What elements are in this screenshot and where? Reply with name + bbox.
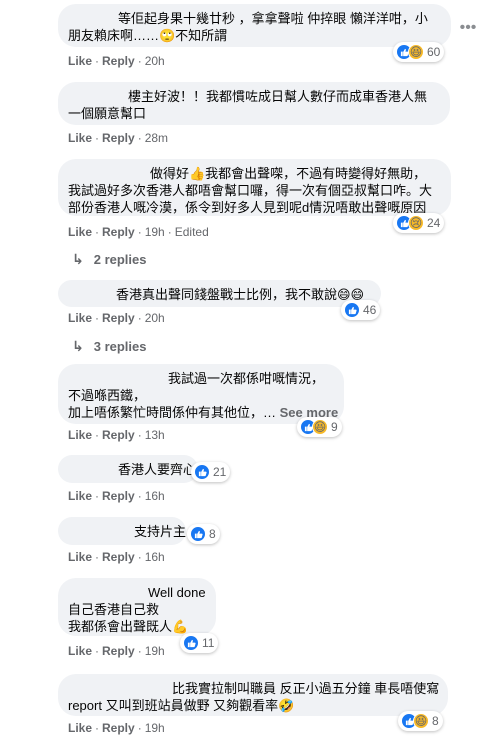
comment-text: 支持片主 xyxy=(134,524,187,539)
timestamp[interactable]: 16h xyxy=(145,550,165,564)
reaction-summary[interactable]: 😆 60 xyxy=(393,42,445,62)
reaction-count: 46 xyxy=(363,303,377,317)
comment-text: 比我實拉制叫職員 反正小過五分鐘 車長唔使寫 xyxy=(172,681,440,696)
comment-text: 香港真出聲同錢盤戰士比例，我不敢說😄😄 xyxy=(116,287,365,302)
reaction-count: 11 xyxy=(202,636,215,650)
like-reaction-icon xyxy=(183,635,199,651)
comment-text: 做得好👍我都會出聲㗎，不過有時變得好無助， xyxy=(150,166,427,181)
reaction-count: 60 xyxy=(427,45,441,59)
like-button[interactable]: Like xyxy=(68,131,92,145)
sad-reaction-icon: 😢 xyxy=(408,215,424,231)
timestamp[interactable]: 19h xyxy=(145,644,165,658)
comment-text: 樓主好波！！我都慣咗成日幫人數仔而成車香港人無 xyxy=(128,89,428,104)
laugh-reaction-icon: 😆 xyxy=(413,713,429,729)
reply-arrow-icon: ↳ xyxy=(72,338,84,354)
comment-text: 朋友賴床啊……🙄不知所謂 xyxy=(68,28,228,43)
timestamp[interactable]: 20h xyxy=(145,54,165,68)
comment-text: 加上唔係繁忙時間係仲有其他位，… xyxy=(68,405,277,420)
timestamp[interactable]: 28m xyxy=(145,131,168,145)
like-button[interactable]: Like xyxy=(68,721,92,735)
reply-button[interactable]: Reply xyxy=(102,311,135,325)
timestamp[interactable]: 16h xyxy=(145,489,165,503)
like-reaction-icon xyxy=(344,302,360,318)
reply-button[interactable]: Reply xyxy=(102,550,135,564)
comment-text: 我試過一次都係咁嘅情況， xyxy=(168,371,325,386)
reaction-count: 9 xyxy=(331,420,338,434)
timestamp[interactable]: 13h xyxy=(145,428,165,442)
reply-button[interactable]: Reply xyxy=(102,54,135,68)
comment-text: 等佢起身果十幾廿秒 ，拿拿聲啦 仲捽眼 懶洋洋咁，小 xyxy=(118,11,428,26)
reply-button[interactable]: Reply xyxy=(102,644,135,658)
like-button[interactable]: Like xyxy=(68,428,92,442)
comment-bubble: 做得好👍我都會出聲㗎，不過有時變得好無助， 我試過好多次香港人都唔會幫口囉，得一… xyxy=(58,159,451,216)
like-button[interactable]: Like xyxy=(68,489,92,503)
laugh-reaction-icon: 😆 xyxy=(408,44,424,60)
edited-label[interactable]: Edited xyxy=(175,225,209,239)
like-button[interactable]: Like xyxy=(68,550,92,564)
reaction-summary[interactable]: 46 xyxy=(341,300,381,320)
like-button[interactable]: Like xyxy=(68,311,92,325)
comment-text: report 又叫到班站員做野 又夠觀看率🤣 xyxy=(68,698,295,713)
comment-text: 自己香港自己救 xyxy=(68,602,160,617)
comment-text: 不過喺西鐵， xyxy=(68,388,147,403)
reply-button[interactable]: Reply xyxy=(102,489,135,503)
comment-bubble: 樓主好波！！我都慣咗成日幫人數仔而成車香港人無 一個願意幫口 xyxy=(58,82,450,125)
comment-text: 我都係會出聲既人💪 xyxy=(68,619,189,634)
comment-bubble: Well done 自己香港自己救 我都係會出聲既人💪 xyxy=(58,578,216,636)
comment-text: 部份香港人嘅冷漠，係令到好多人見到呢d情況唔敢出聲嘅原因 xyxy=(68,200,427,215)
replies-count: 2 replies xyxy=(93,252,147,267)
reply-button[interactable]: Reply xyxy=(102,428,135,442)
reaction-count: 8 xyxy=(432,714,439,728)
timestamp[interactable]: 20h xyxy=(145,311,165,325)
like-reaction-icon xyxy=(190,526,206,542)
reaction-count: 24 xyxy=(427,216,441,230)
like-button[interactable]: Like xyxy=(68,644,92,658)
comment-bubble: 比我實拉制叫職員 反正小過五分鐘 車長唔使寫 report 又叫到班站員做野 又… xyxy=(58,674,448,716)
like-reaction-icon xyxy=(194,464,210,480)
reply-button[interactable]: Reply xyxy=(102,131,135,145)
comment-text: 香港人要齊心 xyxy=(118,462,197,477)
reaction-summary[interactable]: 11 xyxy=(180,633,219,653)
timestamp[interactable]: 19h xyxy=(145,721,165,735)
laugh-reaction-icon: 😆 xyxy=(312,419,328,435)
comment-text: Well done xyxy=(148,585,206,600)
comment-bubble: 等佢起身果十幾廿秒 ，拿拿聲啦 仲捽眼 懶洋洋咁，小 朋友賴床啊……🙄不知所謂 xyxy=(58,4,451,47)
reply-button[interactable]: Reply xyxy=(102,721,135,735)
view-replies-link[interactable]: ↳ 3 replies xyxy=(72,338,147,355)
replies-count: 3 replies xyxy=(93,339,147,354)
comment-bubble: 我試過一次都係咁嘅情況， 不過喺西鐵， 加上唔係繁忙時間係仲有其他位，… See… xyxy=(58,364,344,424)
like-button[interactable]: Like xyxy=(68,54,92,68)
reaction-summary[interactable]: 😢 24 xyxy=(393,213,445,233)
reaction-count: 8 xyxy=(209,527,216,541)
reply-button[interactable]: Reply xyxy=(102,225,135,239)
comment-bubble: 支持片主 xyxy=(58,517,186,545)
timestamp[interactable]: 19h xyxy=(145,225,165,239)
more-options-icon[interactable]: ••• xyxy=(456,18,480,42)
comment-text: 一個願意幫口 xyxy=(68,106,147,121)
reaction-summary[interactable]: 8 xyxy=(187,524,220,544)
comment-bubble: 香港真出聲同錢盤戰士比例，我不敢說😄😄 xyxy=(58,280,381,307)
comment-bubble: 香港人要齊心 xyxy=(58,455,198,483)
view-replies-link[interactable]: ↳ 2 replies xyxy=(72,251,147,268)
reaction-count: 21 xyxy=(213,465,227,479)
reply-arrow-icon: ↳ xyxy=(72,251,84,267)
reaction-summary[interactable]: 😆 9 xyxy=(297,417,342,437)
reaction-summary[interactable]: 😆 8 xyxy=(398,711,443,731)
reaction-summary[interactable]: 21 xyxy=(191,462,231,482)
comment-text: 我試過好多次香港人都唔會幫口囉，得一次有個亞叔幫口咋。大 xyxy=(68,183,433,198)
like-button[interactable]: Like xyxy=(68,225,92,239)
